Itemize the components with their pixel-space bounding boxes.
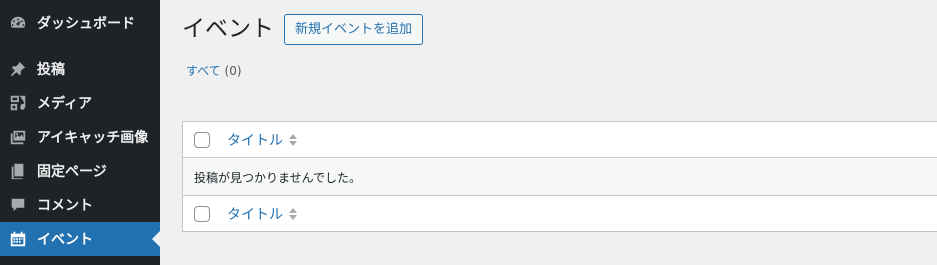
menu-item-dashboard[interactable]: ダッシュボード bbox=[0, 6, 160, 40]
filter-all-count: (0) bbox=[224, 64, 242, 78]
select-all-checkbox-footer[interactable] bbox=[194, 206, 210, 222]
menu-label: 固定ページ bbox=[37, 164, 107, 180]
page-icon bbox=[8, 161, 28, 181]
select-all-checkbox[interactable] bbox=[194, 131, 210, 148]
menu-item-posts[interactable]: 投稿 bbox=[0, 52, 160, 86]
column-title-label: タイトル bbox=[227, 132, 283, 149]
sort-icon bbox=[289, 208, 297, 220]
menu-item-media[interactable]: メディア bbox=[0, 86, 160, 120]
admin-sidebar: ダッシュボード 投稿 メディア アイキャッチ画像 固定ページ コメント イベント bbox=[0, 0, 160, 265]
menu-label: メディア bbox=[37, 96, 93, 112]
images-icon bbox=[8, 127, 28, 147]
table-footer-row: タイトル bbox=[183, 195, 937, 232]
sort-icon bbox=[289, 133, 297, 146]
menu-label: アイキャッチ画像 bbox=[37, 130, 149, 146]
page-title: イベント bbox=[182, 16, 274, 42]
menu-label: ダッシュボード bbox=[37, 16, 135, 32]
menu-item-events[interactable]: イベント bbox=[0, 222, 160, 256]
posts-list-table: タイトル 投稿が見つかりませんでした。 タイトル bbox=[182, 121, 937, 232]
dashboard-icon bbox=[8, 13, 28, 33]
pin-icon bbox=[8, 59, 28, 79]
media-icon bbox=[8, 93, 28, 113]
menu-label: イベント bbox=[37, 232, 93, 248]
comment-icon bbox=[8, 195, 28, 215]
no-items-message: 投稿が見つかりませんでした。 bbox=[194, 170, 362, 185]
calendar-icon bbox=[8, 229, 28, 249]
menu-item-comments[interactable]: コメント bbox=[0, 188, 160, 222]
table-header-row: タイトル bbox=[183, 122, 937, 158]
column-title-header[interactable]: タイトル bbox=[227, 130, 297, 150]
menu-item-featured-images[interactable]: アイキャッチ画像 bbox=[0, 120, 160, 154]
add-new-event-button[interactable]: 新規イベントを追加 bbox=[284, 14, 424, 45]
no-items-row: 投稿が見つかりませんでした。 bbox=[183, 159, 937, 195]
filter-all-link[interactable]: すべて bbox=[186, 64, 221, 78]
column-title-label: タイトル bbox=[227, 207, 283, 223]
status-filter: すべて (0) bbox=[186, 62, 242, 79]
menu-item-pages[interactable]: 固定ページ bbox=[0, 154, 160, 188]
menu-label: コメント bbox=[37, 198, 93, 214]
menu-label: 投稿 bbox=[37, 62, 65, 78]
column-title-footer[interactable]: タイトル bbox=[227, 204, 297, 224]
